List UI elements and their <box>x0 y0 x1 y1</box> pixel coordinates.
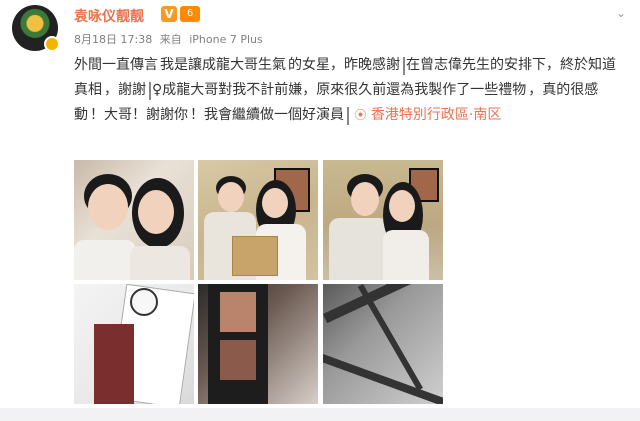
post-text: 外間一直傳言 我是讓成龍大哥生氣 的女星，昨晚感謝 在曾志偉先生的安排下，終於知道真相… <box>74 54 624 129</box>
post-text-seg5: ，謝謝 <box>104 82 146 98</box>
photo-6-film-strip-1 <box>323 284 443 324</box>
photo-2[interactable] <box>198 160 318 280</box>
post-text-seg1: 外間一直傳言 <box>74 57 158 73</box>
photo-2-person-face <box>218 182 244 212</box>
post-text-seg3: 的女星，昨晚感謝 <box>288 57 400 73</box>
post-source-device[interactable]: iPhone 7 Plus <box>189 33 263 46</box>
photo-4[interactable] <box>74 284 194 404</box>
photo-2-gift-box <box>232 236 278 276</box>
post-text-seg2: 我是讓成龍大哥生氣 <box>160 57 286 73</box>
chevron-down-icon[interactable]: ⌄ <box>616 6 626 20</box>
photo-5[interactable] <box>198 284 318 404</box>
photo-4-film-strip <box>94 324 134 404</box>
location-link[interactable]: ⦿ 香港特別行政區·南区 <box>354 107 501 123</box>
level-badge[interactable]: 6 <box>180 6 200 22</box>
location-pin-icon: ⦿ <box>354 108 367 122</box>
photo-1-person-shirt <box>74 240 136 280</box>
unknown-glyph-icon <box>403 57 405 75</box>
post-text-seg9: ！我會繼續做一個好演員 <box>190 107 344 123</box>
photo-3-person-face <box>351 182 379 216</box>
photo-2-person2-face <box>262 188 288 218</box>
post-text-seg6: ♀成龍大哥對我不計前嫌，原來很久前還為我製作了一些禮物 <box>152 82 527 98</box>
photo-6[interactable] <box>323 284 443 404</box>
photo-5-film-frame-1 <box>220 292 256 332</box>
unknown-glyph-icon <box>347 107 349 125</box>
photo-3-person-shirt <box>329 218 389 280</box>
photo-3-person2-face <box>389 190 415 222</box>
post-divider <box>0 408 640 421</box>
post-meta: 8月18日 17:38 来自 iPhone 7 Plus <box>74 31 267 47</box>
username[interactable]: 袁咏仪靓靓 <box>74 6 144 26</box>
unknown-glyph-icon <box>149 82 151 100</box>
photo-3[interactable] <box>323 160 443 280</box>
location-label: 香港特別行政區·南区 <box>370 107 502 123</box>
photo-6-film-strip-2 <box>323 354 443 404</box>
photo-1-person2-shirt <box>130 246 190 280</box>
photo-1-person-face <box>88 184 128 230</box>
vip-badge[interactable]: V <box>161 6 177 22</box>
photo-4-film-reel-emblem <box>130 288 158 316</box>
photo-5-film-frame-2 <box>220 340 256 380</box>
post-text-seg8: ！大哥！謝謝你 <box>90 107 188 123</box>
photo-3-person2-shirt <box>383 230 429 280</box>
avatar-verified-badge <box>44 36 60 52</box>
post-date[interactable]: 8月18日 17:38 <box>74 33 152 46</box>
photo-1-person2-face <box>138 190 174 234</box>
photo-1[interactable] <box>74 160 194 280</box>
post-source-prefix: 来自 <box>159 33 182 46</box>
